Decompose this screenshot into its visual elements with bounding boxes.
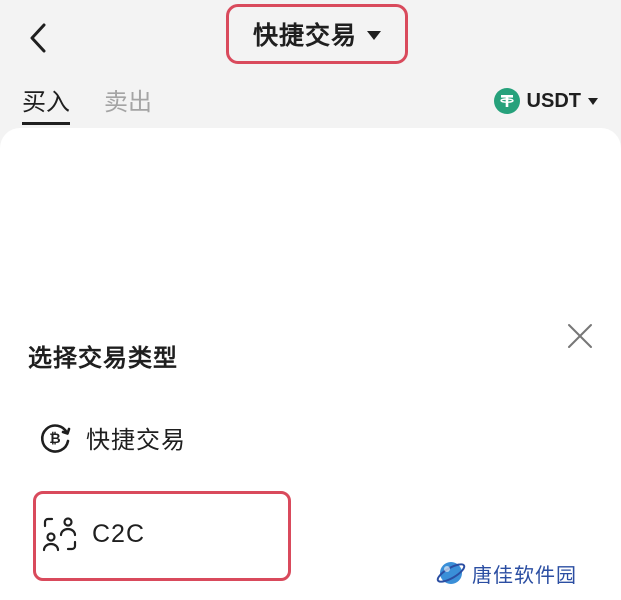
page-title: 快捷交易	[252, 21, 357, 50]
svg-text:₿: ₿	[49, 431, 60, 447]
close-icon	[568, 324, 592, 348]
coin-exchange-icon: ₿	[40, 423, 71, 453]
back-button[interactable]	[24, 20, 54, 56]
tab-buy[interactable]: 买入	[22, 82, 70, 125]
option-label: 快捷交易	[86, 426, 186, 454]
option-label: C2C	[92, 519, 146, 548]
trade-tabs: 买入 卖出	[0, 82, 400, 126]
watermark-logo-icon	[436, 562, 466, 584]
close-button[interactable]	[566, 322, 594, 350]
option-c2c[interactable]: C2C	[42, 516, 145, 552]
watermark: 唐佳软件园	[436, 558, 577, 588]
trade-type-sheet: 选择交易类型 ₿ 快捷交易 C2C 唐佳软件园	[0, 128, 621, 600]
peer-to-peer-icon	[42, 517, 77, 552]
tab-sell[interactable]: 卖出	[104, 82, 152, 117]
chevron-left-icon	[30, 23, 46, 53]
top-bar: 快捷交易	[0, 0, 621, 78]
trade-mode-selector[interactable]: 快捷交易	[226, 4, 408, 64]
caret-down-icon	[588, 97, 598, 105]
tether-icon	[493, 88, 520, 114]
sheet-title: 选择交易类型	[28, 344, 178, 372]
currency-label: USDT	[526, 89, 581, 112]
currency-selector[interactable]: USDT	[493, 88, 598, 114]
watermark-text: 唐佳软件园	[472, 562, 577, 587]
caret-down-icon	[367, 30, 381, 40]
option-quick-trade[interactable]: ₿ 快捷交易	[38, 420, 186, 455]
